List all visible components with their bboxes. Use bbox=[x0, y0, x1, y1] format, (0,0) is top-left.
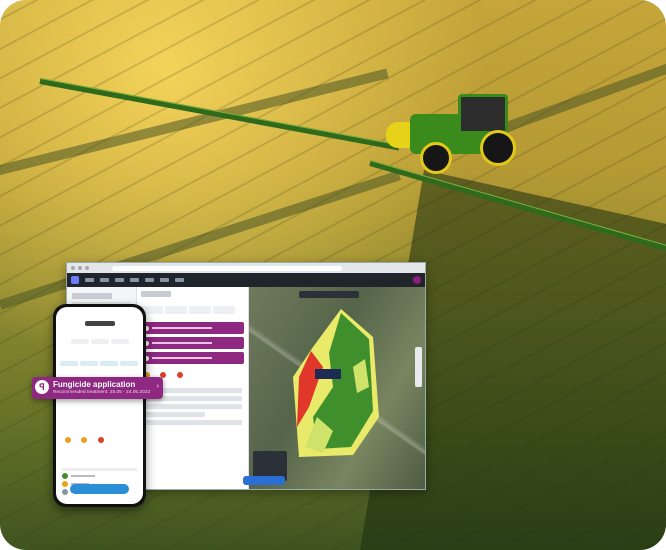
mobile-screen bbox=[56, 307, 143, 504]
rec-text-line bbox=[152, 342, 212, 344]
list-item bbox=[143, 404, 242, 409]
rec-text-line bbox=[152, 327, 212, 329]
window-dot bbox=[85, 266, 89, 270]
window-dot bbox=[71, 266, 75, 270]
recommendation-item[interactable] bbox=[141, 337, 244, 349]
legend-dot bbox=[62, 481, 68, 487]
add-task-button[interactable] bbox=[70, 484, 129, 494]
chevron-right-icon: › bbox=[156, 383, 159, 390]
spray-icon: ꟼ bbox=[35, 380, 49, 394]
field-map[interactable] bbox=[249, 287, 425, 489]
stat bbox=[165, 306, 187, 314]
nav-item[interactable] bbox=[115, 278, 124, 282]
map-controls[interactable] bbox=[415, 347, 422, 387]
map-tooltip bbox=[315, 369, 341, 379]
nav-item[interactable] bbox=[175, 278, 184, 282]
hero-image: ꟼ Fungicide application Recommended trea… bbox=[0, 0, 666, 550]
wheel bbox=[420, 142, 452, 174]
nav-item[interactable] bbox=[100, 278, 109, 282]
add-task-button[interactable] bbox=[243, 476, 285, 485]
stat bbox=[110, 339, 129, 344]
risk-icon bbox=[81, 437, 88, 443]
legend-text-line bbox=[71, 475, 95, 477]
rec-text-line bbox=[152, 357, 212, 359]
stat bbox=[189, 306, 211, 314]
popup-subtitle: Recommended treatment: 25.05 - 24.05.202… bbox=[53, 390, 151, 395]
stat bbox=[213, 306, 235, 314]
chip[interactable] bbox=[60, 361, 78, 366]
legend-dot bbox=[62, 489, 68, 495]
tractor bbox=[380, 92, 520, 174]
recommendation-item[interactable] bbox=[141, 322, 244, 334]
nav-item[interactable] bbox=[85, 278, 94, 282]
app-logo bbox=[71, 276, 79, 284]
address-bar[interactable] bbox=[112, 265, 342, 271]
risk-icon bbox=[97, 437, 104, 443]
field-stats bbox=[56, 332, 143, 350]
fungicide-recommendation-card[interactable]: ꟼ Fungicide application Recommended trea… bbox=[32, 377, 163, 399]
risk-icon bbox=[176, 372, 183, 378]
list-item bbox=[143, 412, 205, 417]
avatar[interactable] bbox=[413, 276, 421, 284]
legend-dot bbox=[62, 473, 68, 479]
field-stats bbox=[141, 301, 244, 319]
stat bbox=[70, 339, 89, 344]
nav-item[interactable] bbox=[160, 278, 169, 282]
popup-title: Fungicide application bbox=[53, 380, 136, 389]
field-heading bbox=[84, 321, 115, 326]
list-item bbox=[143, 420, 242, 425]
map-toolbar[interactable] bbox=[299, 291, 359, 298]
stat bbox=[90, 339, 109, 344]
mobile-phone bbox=[53, 304, 146, 507]
tab-chips bbox=[59, 354, 140, 372]
status-heading bbox=[72, 293, 112, 299]
chip[interactable] bbox=[100, 361, 118, 366]
legend-row bbox=[62, 473, 137, 479]
app-navbar bbox=[67, 273, 425, 287]
divider bbox=[62, 468, 137, 471]
chip[interactable] bbox=[80, 361, 98, 366]
field-heading bbox=[141, 291, 171, 297]
nav-item[interactable] bbox=[130, 278, 139, 282]
risk-row bbox=[62, 432, 137, 450]
window-dot bbox=[78, 266, 82, 270]
browser-chrome bbox=[67, 263, 425, 273]
tractor-cab bbox=[458, 94, 508, 134]
wheel bbox=[480, 130, 516, 166]
risk-icon bbox=[65, 437, 71, 443]
nav-item[interactable] bbox=[145, 278, 154, 282]
recommendation-item[interactable] bbox=[141, 352, 244, 364]
chip[interactable] bbox=[120, 361, 138, 366]
zone-map bbox=[293, 309, 379, 457]
